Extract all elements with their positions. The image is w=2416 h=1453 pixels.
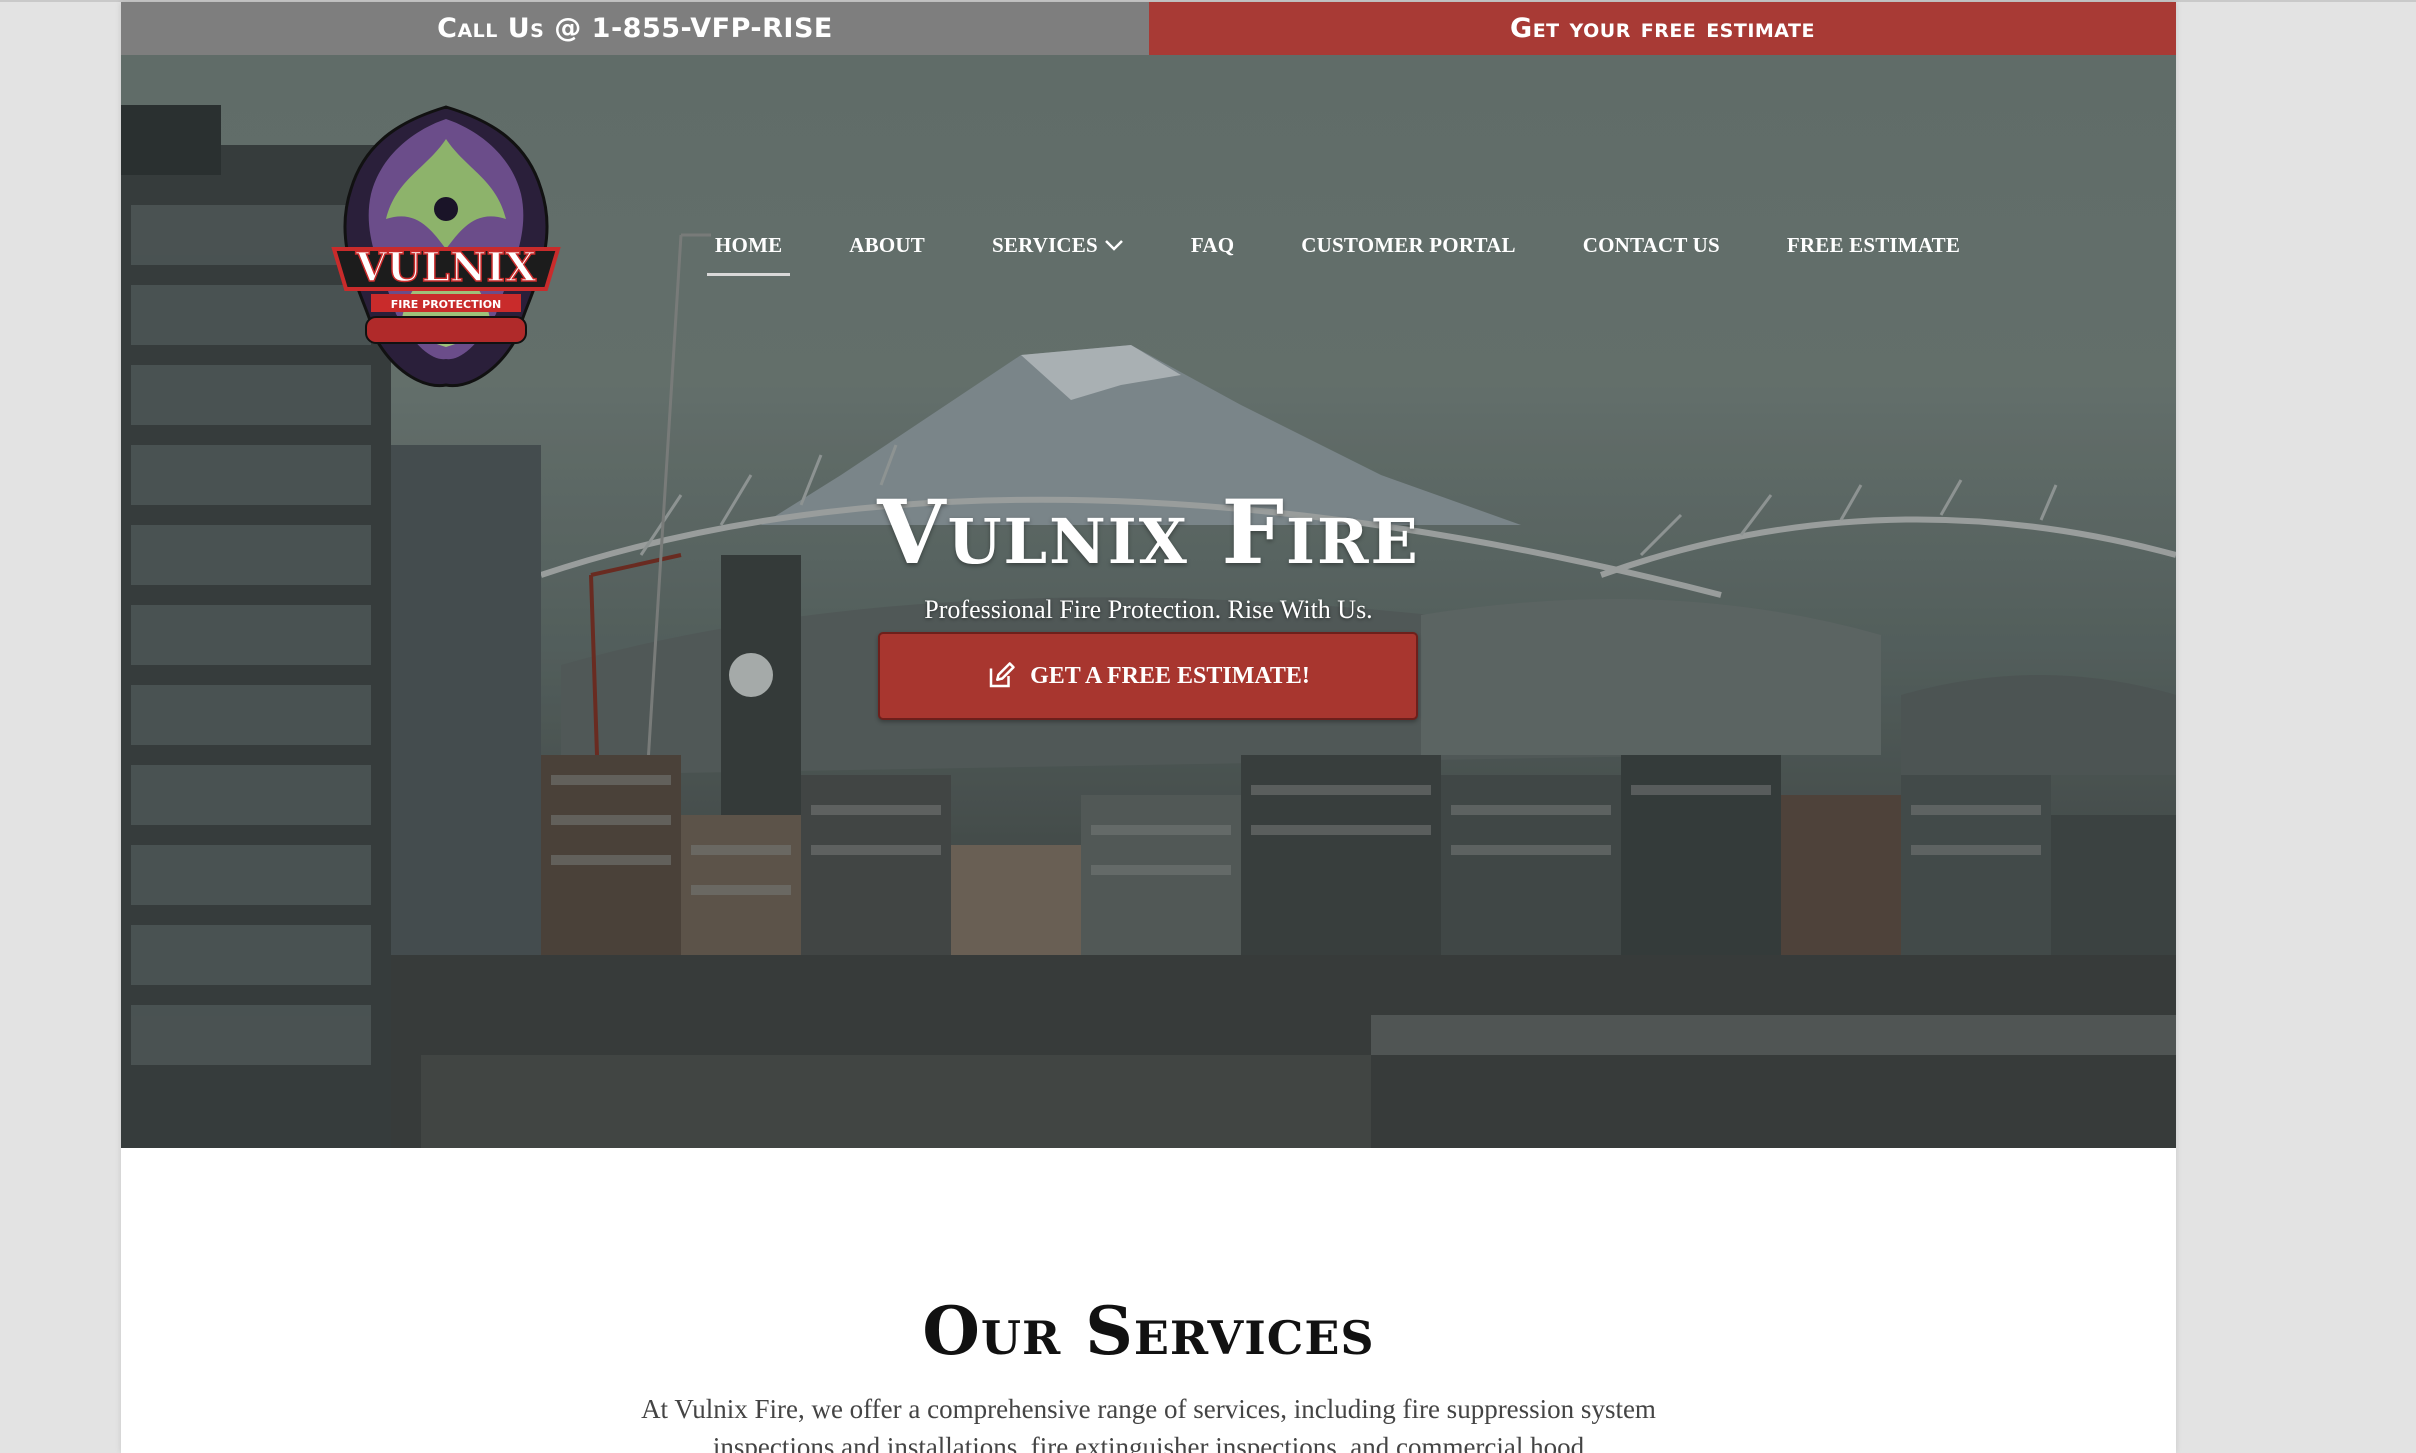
cta-label: GET A FREE ESTIMATE! — [1030, 662, 1310, 689]
nav-contact-us-label: CONTACT US — [1582, 232, 1720, 257]
chevron-down-icon — [1105, 240, 1123, 251]
services-heading: Our Services — [922, 1292, 1375, 1370]
nav-services-label: SERVICES — [991, 232, 1098, 257]
nav-about[interactable]: ABOUT — [849, 233, 925, 258]
nav-faq[interactable]: FAQ — [1191, 233, 1234, 258]
page: Call Us @ 1-855-VFP-RISE Get your free e… — [121, 2, 2176, 1453]
nav-home[interactable]: HOME — [706, 232, 791, 276]
main-nav: HOME ABOUT SERVICES FAQ CUSTOMER PORTAL … — [706, 225, 2027, 276]
nav-about-label: ABOUT — [849, 232, 925, 257]
call-us-banner[interactable]: Call Us @ 1-855-VFP-RISE — [121, 2, 1149, 55]
nav-home-label: HOME — [715, 232, 783, 257]
nav-customer-portal[interactable]: CUSTOMER PORTAL — [1301, 233, 1515, 258]
hero-title: Vulnix Fire — [877, 480, 1420, 584]
edit-icon — [989, 662, 1015, 688]
nav-free-estimate-label: FREE ESTIMATE — [1786, 232, 1961, 257]
nav-faq-label: FAQ — [1190, 232, 1235, 257]
free-estimate-banner[interactable]: Get your free estimate — [1149, 2, 2176, 55]
nav-customer-portal-label: CUSTOMER PORTAL — [1301, 232, 1516, 257]
nav-free-estimate[interactable]: FREE ESTIMATE — [1787, 233, 1960, 258]
nav-contact-us[interactable]: CONTACT US — [1583, 233, 1720, 258]
logo-wordmark: VULNIX — [355, 244, 536, 291]
services-intro: At Vulnix Fire, we offer a comprehensive… — [641, 1394, 1656, 1453]
hero-subtitle: Professional Fire Protection. Rise With … — [924, 595, 1373, 624]
get-free-estimate-button[interactable]: GET A FREE ESTIMATE! — [878, 632, 1418, 720]
hero-section: VULNIX FIRE PROTECTION HOME ABOUT SERVIC… — [121, 55, 2176, 1148]
top-bar: Call Us @ 1-855-VFP-RISE Get your free e… — [121, 2, 2176, 55]
vulnix-logo[interactable]: VULNIX FIRE PROTECTION — [326, 99, 566, 389]
nav-services[interactable]: SERVICES — [992, 233, 1124, 258]
logo-tagline: FIRE PROTECTION — [391, 298, 502, 311]
